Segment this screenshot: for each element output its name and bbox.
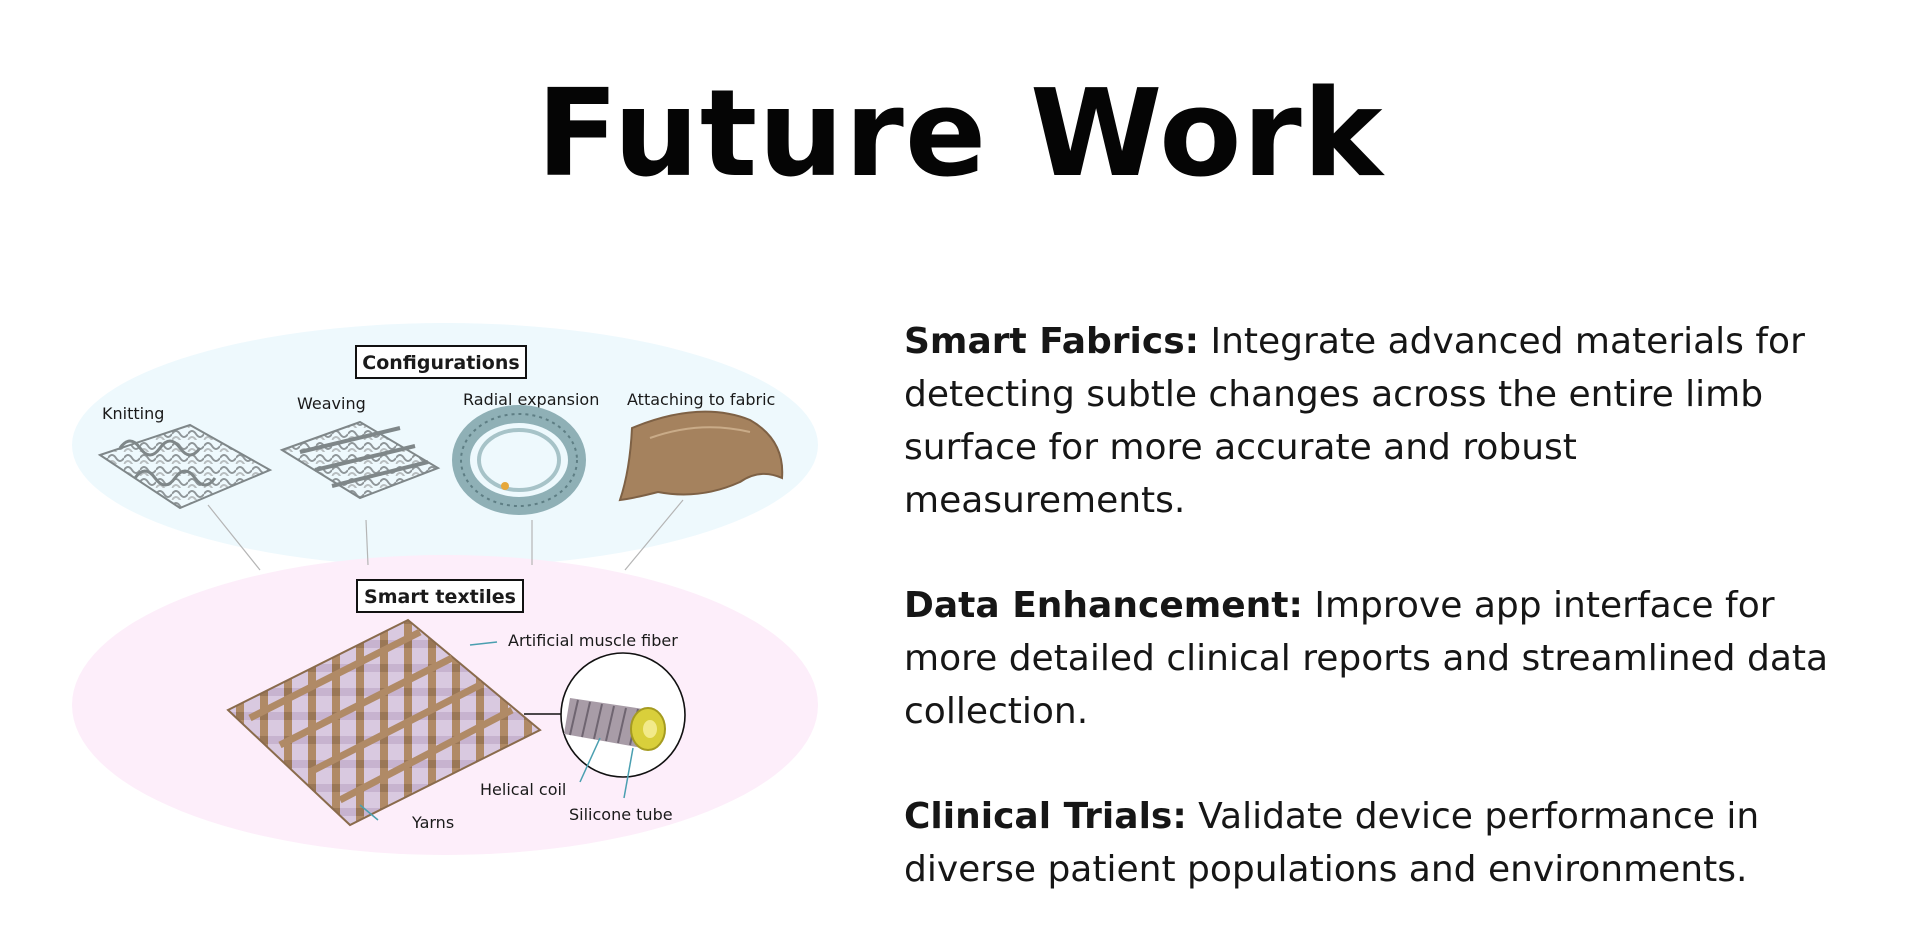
config-label-attaching-to-fabric: Attaching to fabric [627,390,775,409]
config-label-weaving: Weaving [297,394,366,413]
bullet-clinical-trials: Clinical Trials: Validate device perform… [904,790,1864,896]
smart-textiles-label: Smart textiles [364,586,516,608]
configurations-label: Configurations [362,352,519,374]
bullet-smart-fabrics: Smart Fabrics: Integrate advanced materi… [904,315,1864,527]
callout-helical-coil: Helical coil [480,780,566,799]
smart-textiles-diagram: Configurations Knitting Weaving Radial e… [72,323,818,855]
callout-yarns: Yarns [411,813,454,832]
smart-textiles-figure: Configurations Knitting Weaving Radial e… [60,320,830,860]
bullet-data-enhancement: Data Enhancement: Improve app interface … [904,579,1864,738]
callout-silicone-tube: Silicone tube [569,805,673,824]
slide-title: Future Work [536,65,1384,204]
callout-artificial-muscle-fiber: Artificial muscle fiber [508,631,678,650]
config-label-knitting: Knitting [102,404,164,423]
future-work-list: Smart Fabrics: Integrate advanced materi… [904,315,1864,948]
bullet-term: Data Enhancement: [904,585,1303,626]
bullet-term: Smart Fabrics: [904,321,1200,362]
bullet-term: Clinical Trials: [904,796,1187,837]
